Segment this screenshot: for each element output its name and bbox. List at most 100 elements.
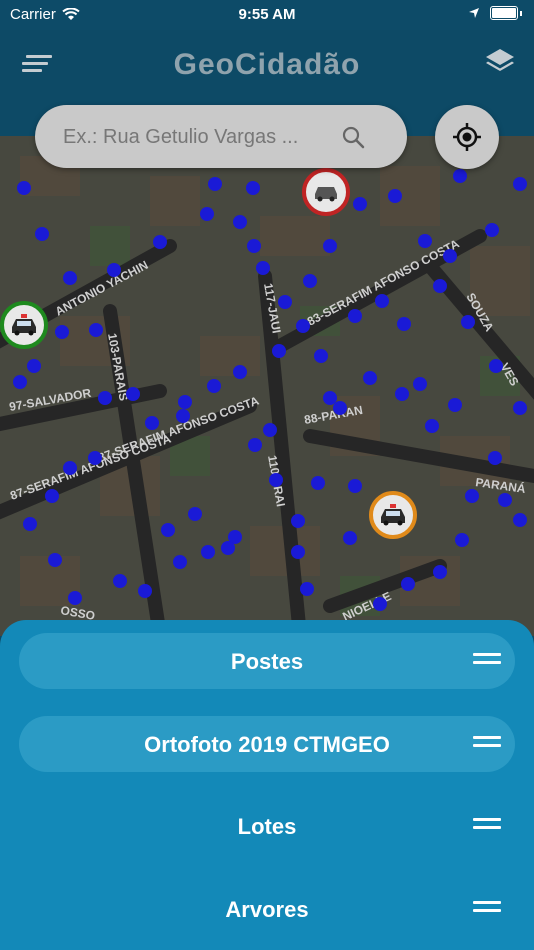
pole-point: [513, 513, 527, 527]
battery-icon: [490, 6, 518, 20]
map-view[interactable]: ANTONIO YACHIN 97-SALVADOR 87-SERAFIM AF…: [0, 136, 534, 636]
pole-point: [323, 239, 337, 253]
pole-point: [269, 473, 283, 487]
pole-point: [63, 461, 77, 475]
pole-point: [513, 401, 527, 415]
layer-row-postes[interactable]: Postes: [19, 633, 515, 689]
drag-handle-icon[interactable]: [473, 901, 501, 917]
layers-button[interactable]: [484, 46, 516, 78]
pole-point: [291, 545, 305, 559]
pole-point: [291, 514, 305, 528]
pole-point: [248, 438, 262, 452]
pole-point: [373, 597, 387, 611]
pole-point: [247, 239, 261, 253]
pole-point: [418, 234, 432, 248]
battery-cap: [520, 10, 522, 16]
search-input[interactable]: [61, 117, 345, 157]
pole-point: [88, 451, 102, 465]
pole-point: [443, 249, 457, 263]
pole-point: [207, 379, 221, 393]
pole-point: [448, 398, 462, 412]
pole-point: [272, 344, 286, 358]
pole-point: [343, 531, 357, 545]
pole-point: [35, 227, 49, 241]
pole-point: [55, 325, 69, 339]
pole-point: [188, 507, 202, 521]
search-icon[interactable]: [341, 125, 365, 149]
pole-point: [13, 375, 27, 389]
pole-point: [113, 574, 127, 588]
pole-point: [68, 591, 82, 605]
layer-row-ortofoto[interactable]: Ortofoto 2019 CTMGEO: [19, 716, 515, 772]
layers-sheet: Postes Ortofoto 2019 CTMGEO Lotes Arvore…: [0, 620, 534, 950]
pole-point: [300, 582, 314, 596]
pole-point: [126, 387, 140, 401]
crosshair-icon: [453, 123, 481, 151]
pole-point: [353, 197, 367, 211]
police-marker[interactable]: [0, 301, 48, 349]
pole-point: [263, 423, 277, 437]
pole-point: [397, 317, 411, 331]
pole-point: [489, 359, 503, 373]
pole-point: [233, 215, 247, 229]
pole-point: [161, 523, 175, 537]
police-car-icon: [381, 504, 405, 526]
pole-point: [63, 271, 77, 285]
police-marker[interactable]: [369, 491, 417, 539]
pole-point: [433, 279, 447, 293]
pole-point: [17, 181, 31, 195]
pole-point: [348, 479, 362, 493]
app-title: GeoCidadão: [173, 48, 361, 81]
layer-label: Ortofoto 2019 CTMGEO: [144, 732, 390, 757]
pole-point: [246, 181, 260, 195]
pole-point: [323, 391, 337, 405]
layers-icon: [486, 49, 514, 71]
layer-label: Lotes: [237, 814, 297, 839]
pole-point: [498, 493, 512, 507]
pole-point: [433, 565, 447, 579]
pole-point: [453, 169, 467, 183]
pole-point: [333, 401, 347, 415]
drag-handle-icon[interactable]: [473, 736, 501, 752]
pole-point: [485, 223, 499, 237]
layer-label: Postes: [230, 649, 304, 674]
pole-point: [107, 263, 121, 277]
pole-point: [45, 489, 59, 503]
pole-point: [256, 261, 270, 275]
pole-point: [363, 371, 377, 385]
pole-point: [176, 409, 190, 423]
pole-point: [221, 541, 235, 555]
status-bar: Carrier 9:55 AM: [0, 0, 534, 30]
locate-button[interactable]: [435, 105, 499, 169]
pole-point: [138, 584, 152, 598]
pole-point: [178, 395, 192, 409]
pole-point: [455, 533, 469, 547]
pole-point: [465, 489, 479, 503]
pole-point: [395, 387, 409, 401]
pole-point: [401, 577, 415, 591]
location-arrow-icon: [469, 8, 479, 18]
drag-handle-icon[interactable]: [473, 653, 501, 669]
pole-point: [311, 476, 325, 490]
alert-marker[interactable]: [302, 168, 350, 216]
pole-point: [173, 555, 187, 569]
pole-point: [153, 235, 167, 249]
pole-point: [388, 189, 402, 203]
pole-point: [375, 294, 389, 308]
layer-row-lotes[interactable]: Lotes: [19, 798, 515, 854]
pole-point: [98, 391, 112, 405]
pole-point: [208, 177, 222, 191]
status-right: [468, 6, 522, 20]
layer-row-arvores[interactable]: Arvores: [19, 881, 515, 937]
pole-point: [303, 274, 317, 288]
pole-point: [314, 349, 328, 363]
pole-point: [89, 323, 103, 337]
pole-point: [461, 315, 475, 329]
pole-point: [296, 319, 310, 333]
pole-point: [348, 309, 362, 323]
pole-point: [201, 545, 215, 559]
pole-point: [513, 177, 527, 191]
pole-point: [425, 419, 439, 433]
pole-point: [413, 377, 427, 391]
drag-handle-icon[interactable]: [473, 818, 501, 834]
